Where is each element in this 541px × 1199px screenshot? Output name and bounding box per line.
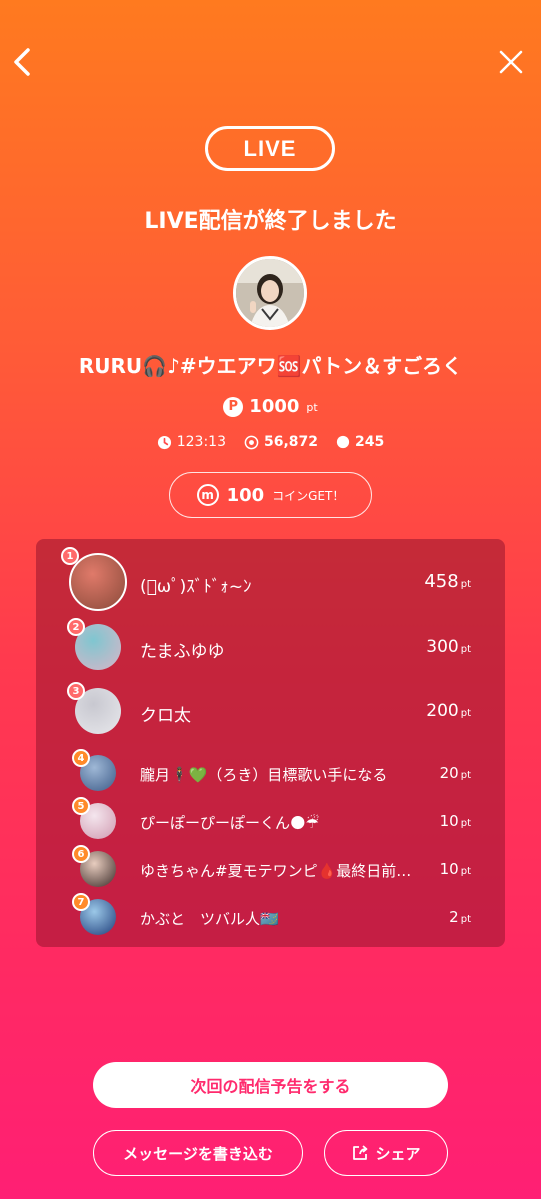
duration-value: 123:13: [176, 434, 226, 450]
ranking-user-name: (ﾟωﾟ)ｽﾞﾄﾞｫ~ﾝ: [140, 576, 252, 597]
live-badge: LIVE: [205, 126, 335, 171]
rank-number-badge: 7: [72, 893, 90, 911]
ranking-user-name: クロ太: [140, 705, 191, 726]
ranking-user-name: たまふゆゆ: [140, 641, 225, 662]
ranking-points-unit: pt: [460, 707, 471, 719]
rank-number-badge: 6: [72, 845, 90, 863]
ranking-points-value: 10: [439, 812, 459, 830]
points-row: P 1000 pt: [0, 396, 541, 417]
ranking-row[interactable]: 1 (ﾟωﾟ)ｽﾞﾄﾞｫ~ﾝ 458 pt: [36, 547, 505, 615]
ranking-points-unit: pt: [460, 643, 471, 655]
ranking-points: 10 pt: [440, 812, 471, 830]
share-label: シェア: [375, 1144, 421, 1163]
ranking-row[interactable]: 7 かぶと ツバル人🇹🇻 2 pt: [36, 893, 505, 937]
coin-icon: m: [196, 484, 219, 506]
ranking-row[interactable]: 3 クロ太 200 pt: [36, 682, 505, 737]
ranking-user-name: かぶと ツバル人🇹🇻: [140, 910, 279, 928]
close-icon: [499, 50, 523, 74]
ranking-points: 20 pt: [440, 764, 471, 782]
stream-ended-title: LIVE配信が終了しました: [144, 209, 397, 234]
points-icon: P: [223, 396, 244, 417]
top-bar: [0, 40, 541, 84]
points-unit: pt: [306, 401, 318, 414]
ranking-avatar[interactable]: [69, 553, 127, 611]
ranking-row[interactable]: 4 朧月🕴💚（ろき）目標歌い手になる 20 pt: [36, 749, 505, 793]
ranking-points-value: 10: [439, 860, 459, 878]
share-icon: [353, 1145, 368, 1160]
streamer-photo: [236, 259, 304, 327]
ranking-points-value: 20: [439, 764, 459, 782]
comments-value: 245: [355, 434, 385, 450]
ranking-points-unit: pt: [460, 770, 471, 781]
comment-bubble-icon: [336, 435, 350, 449]
views-icon: [244, 435, 259, 449]
coin-label: コインGET！: [272, 488, 345, 503]
back-button[interactable]: [8, 42, 38, 82]
comments-stat: 245: [336, 434, 384, 450]
points-value: 1000: [249, 396, 300, 417]
ranking-row[interactable]: 2 たまふゆゆ 300 pt: [36, 618, 505, 673]
rank-number-badge: 1: [61, 547, 79, 565]
stats-row: 123:13 56,872 245: [0, 434, 541, 450]
share-button[interactable]: シェア: [324, 1130, 448, 1176]
announce-next-stream-button[interactable]: 次回の配信予告をする: [93, 1062, 448, 1108]
rank-number-badge: 2: [67, 618, 85, 636]
rank-number-badge: 4: [72, 749, 90, 767]
ranking-points-unit: pt: [460, 914, 471, 925]
views-stat: 56,872: [244, 434, 318, 450]
ranking-points-value: 300: [426, 636, 459, 657]
write-message-button[interactable]: メッセージを書き込む: [93, 1130, 303, 1176]
ranking-points: 10 pt: [440, 860, 471, 878]
streamer-avatar[interactable]: [233, 256, 307, 330]
close-button[interactable]: [495, 44, 525, 80]
ranking-row[interactable]: 5 ぴーぽーぴーぽーくん🌑☔ 10 pt: [36, 797, 505, 841]
ranking-points-value: 2: [449, 908, 459, 926]
rank-number-badge: 5: [72, 797, 90, 815]
ranking-user-name: ゆきちゃん#夏モテワンピ🩸最終日前…: [140, 862, 412, 880]
ranking-points-unit: pt: [460, 866, 471, 877]
duration-stat: 123:13: [157, 434, 226, 450]
clock-icon: [157, 435, 171, 449]
ranking-points: 200 pt: [426, 701, 471, 721]
coin-amount: 100: [226, 484, 265, 506]
ranking-points-unit: pt: [460, 579, 471, 591]
ranking-points: 2 pt: [449, 908, 471, 926]
ranking-row[interactable]: 6 ゆきちゃん#夏モテワンピ🩸最終日前… 10 pt: [36, 845, 505, 889]
chevron-left-icon: [14, 48, 30, 76]
ranking-points-value: 200: [426, 700, 459, 721]
ranking-user-name: 朧月🕴💚（ろき）目標歌い手になる: [140, 766, 388, 784]
coin-reward-pill: m 100 コインGET！: [169, 472, 372, 518]
ranking-user-name: ぴーぽーぴーぽーくん🌑☔: [140, 814, 320, 832]
views-value: 56,872: [264, 434, 319, 450]
streamer-name: RURU🎧♪#ウエアワ🆘パトン＆すごろく: [78, 354, 463, 378]
rank-number-badge: 3: [67, 682, 85, 700]
gift-ranking-panel: 1 (ﾟωﾟ)ｽﾞﾄﾞｫ~ﾝ 458 pt 2 たまふゆゆ 300 pt 3 クロ太 200 pt 4 朧…: [36, 539, 505, 947]
ranking-points: 458 pt: [424, 571, 471, 592]
ranking-points-unit: pt: [460, 818, 471, 829]
ranking-points-value: 458: [424, 571, 459, 593]
ranking-points: 300 pt: [426, 637, 471, 657]
